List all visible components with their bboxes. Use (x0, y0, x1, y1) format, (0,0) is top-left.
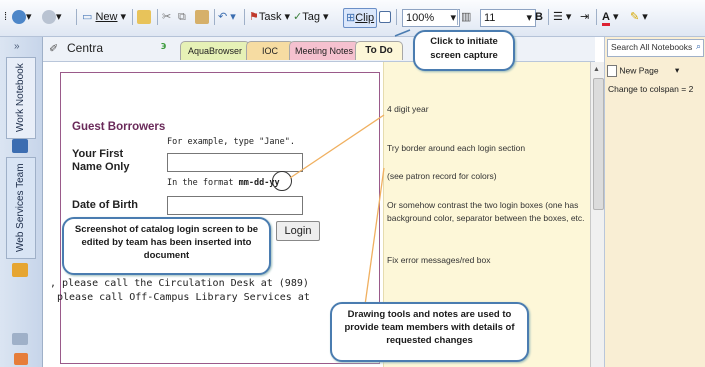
annotation-line (289, 114, 385, 179)
screenshot-callout: Screenshot of catalog login screen to be… (62, 217, 271, 275)
annotation-line (364, 167, 385, 306)
capture-callout: Click to initiate screen capture (413, 30, 515, 71)
callout-pointer (394, 29, 411, 37)
drawing-callout: Drawing tools and notes are used to prov… (330, 302, 529, 362)
